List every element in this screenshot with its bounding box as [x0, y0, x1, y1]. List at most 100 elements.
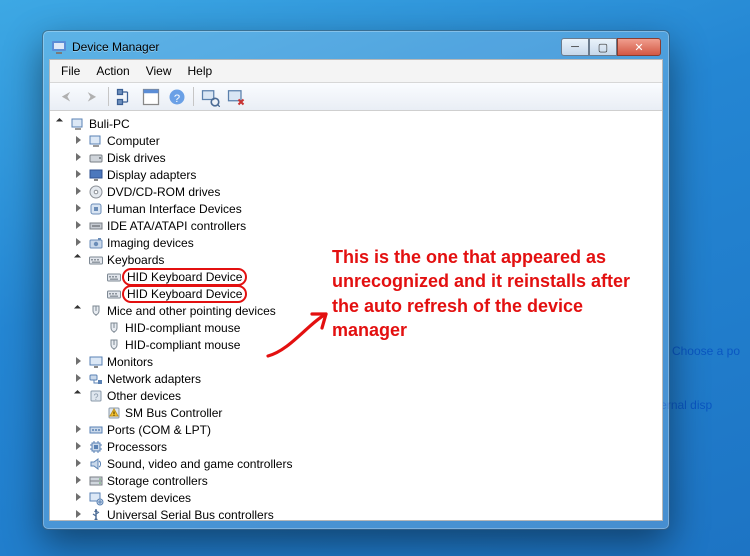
tree-category[interactable]: Universal Serial Bus controllers — [52, 506, 660, 520]
tree-item-label: Computer — [107, 134, 160, 148]
svg-text:?: ? — [174, 93, 180, 105]
tree-toggle[interactable] — [74, 424, 86, 436]
tree-item-label: Imaging devices — [107, 236, 194, 250]
keyboard-icon — [106, 286, 122, 302]
tree-item-label: Buli-PC — [89, 117, 130, 131]
tree-toggle[interactable] — [74, 475, 86, 487]
pc-icon — [70, 116, 86, 132]
tree-item-label: Processors — [107, 440, 167, 454]
tree-toggle[interactable] — [74, 458, 86, 470]
tree-category[interactable]: Ports (COM & LPT) — [52, 421, 660, 438]
tree-toggle-none — [92, 407, 104, 419]
tree-pane[interactable]: Buli-PC Computer Disk drives Display adapte… — [50, 111, 662, 520]
tree-item-label: Human Interface Devices — [107, 202, 242, 216]
properties-button[interactable] — [140, 86, 162, 107]
hid-icon — [88, 201, 104, 217]
tree-toggle[interactable] — [74, 237, 86, 249]
menu-action[interactable]: Action — [89, 62, 136, 80]
tree-category[interactable]: Human Interface Devices — [52, 200, 660, 217]
tree-item-label: HID Keyboard Device — [122, 285, 247, 303]
nav-forward-button[interactable]: ⮞ — [81, 86, 103, 107]
tree-toggle[interactable] — [74, 152, 86, 164]
help-button[interactable]: ? — [166, 86, 188, 107]
keyboard-icon — [88, 252, 104, 268]
tree-category[interactable]: Processors — [52, 438, 660, 455]
tree-toggle[interactable] — [74, 492, 86, 504]
bg-link-2b[interactable]: Choose a po — [672, 344, 740, 358]
tree-toggle-none — [92, 322, 104, 334]
menu-view[interactable]: View — [139, 62, 179, 80]
tree-category[interactable]: IDE ATA/ATAPI controllers — [52, 217, 660, 234]
mouse-icon — [106, 320, 122, 336]
menu-help[interactable]: Help — [181, 62, 220, 80]
separator — [108, 87, 109, 106]
show-hide-tree-button[interactable] — [114, 86, 136, 107]
tree-item-label: Network adapters — [107, 372, 201, 386]
system-icon — [88, 490, 104, 506]
tree-item-label: Monitors — [107, 355, 153, 369]
port-icon — [88, 422, 104, 438]
cpu-icon — [88, 439, 104, 455]
tree-category[interactable]: Disk drives — [52, 149, 660, 166]
tree-category[interactable]: Sound, video and game controllers — [52, 455, 660, 472]
tree-item-label: DVD/CD-ROM drives — [107, 185, 220, 199]
tree-category[interactable]: Monitors — [52, 353, 660, 370]
monitor-icon — [88, 354, 104, 370]
tree-category[interactable]: System devices — [52, 489, 660, 506]
tree-item-label: Other devices — [107, 389, 181, 403]
tree-category[interactable]: Display adapters — [52, 166, 660, 183]
tree-toggle[interactable] — [56, 118, 68, 130]
tree-toggle[interactable] — [74, 186, 86, 198]
tree-device[interactable]: SM Bus Controller — [52, 404, 660, 421]
tree-toggle[interactable] — [74, 390, 86, 402]
imaging-icon — [88, 235, 104, 251]
tree-item-label: HID Keyboard Device — [122, 268, 247, 286]
separator — [193, 87, 194, 106]
tree-toggle-none — [92, 271, 104, 283]
tree-item-label: Ports (COM & LPT) — [107, 423, 211, 437]
svg-text:?: ? — [93, 392, 98, 402]
tree-toggle[interactable] — [74, 135, 86, 147]
tree-item-label: HID-compliant mouse — [125, 338, 240, 352]
tree-toggle[interactable] — [74, 305, 86, 317]
window-title: Device Manager — [72, 40, 561, 54]
tree-toggle[interactable] — [74, 373, 86, 385]
close-button[interactable]: ✕ — [617, 38, 661, 56]
user-annotation: This is the one that appeared as unrecog… — [332, 245, 642, 342]
display-icon — [88, 167, 104, 183]
tree-category[interactable]: ? Other devices — [52, 387, 660, 404]
tree-item-label: HID-compliant mouse — [125, 321, 240, 335]
tree-item-label: Mice and other pointing devices — [107, 304, 276, 318]
tree-toggle[interactable] — [74, 441, 86, 453]
tree-toggle[interactable] — [74, 356, 86, 368]
other-icon: ? — [88, 388, 104, 404]
tree-item-label: Display adapters — [107, 168, 196, 182]
tree-toggle[interactable] — [74, 169, 86, 181]
toolbar: ⮜ ⮞ ? — [50, 83, 662, 111]
tree-category[interactable]: Storage controllers — [52, 472, 660, 489]
tree-toggle-none — [92, 288, 104, 300]
tree-category[interactable]: Network adapters — [52, 370, 660, 387]
computer-icon — [88, 133, 104, 149]
tree-item-label: Storage controllers — [107, 474, 208, 488]
tree-toggle[interactable] — [74, 254, 86, 266]
scan-hardware-button[interactable] — [199, 86, 221, 107]
menu-file[interactable]: File — [54, 62, 87, 80]
tree-toggle-none — [92, 339, 104, 351]
tree-toggle[interactable] — [74, 509, 86, 521]
nav-back-button[interactable]: ⮜ — [55, 86, 77, 107]
titlebar[interactable]: Device Manager ─ ▢ ✕ — [49, 37, 663, 59]
tree-category[interactable]: DVD/CD-ROM drives — [52, 183, 660, 200]
maximize-button[interactable]: ▢ — [589, 38, 617, 56]
uninstall-button[interactable] — [225, 86, 247, 107]
keyboard-icon — [106, 269, 122, 285]
minimize-button[interactable]: ─ — [561, 38, 589, 56]
tree-item-label: Disk drives — [107, 151, 166, 165]
tree-toggle[interactable] — [74, 220, 86, 232]
tree-category[interactable]: Computer — [52, 132, 660, 149]
tree-root[interactable]: Buli-PC — [52, 115, 660, 132]
tree-toggle[interactable] — [74, 203, 86, 215]
optical-icon — [88, 184, 104, 200]
network-icon — [88, 371, 104, 387]
warn-icon — [106, 405, 122, 421]
